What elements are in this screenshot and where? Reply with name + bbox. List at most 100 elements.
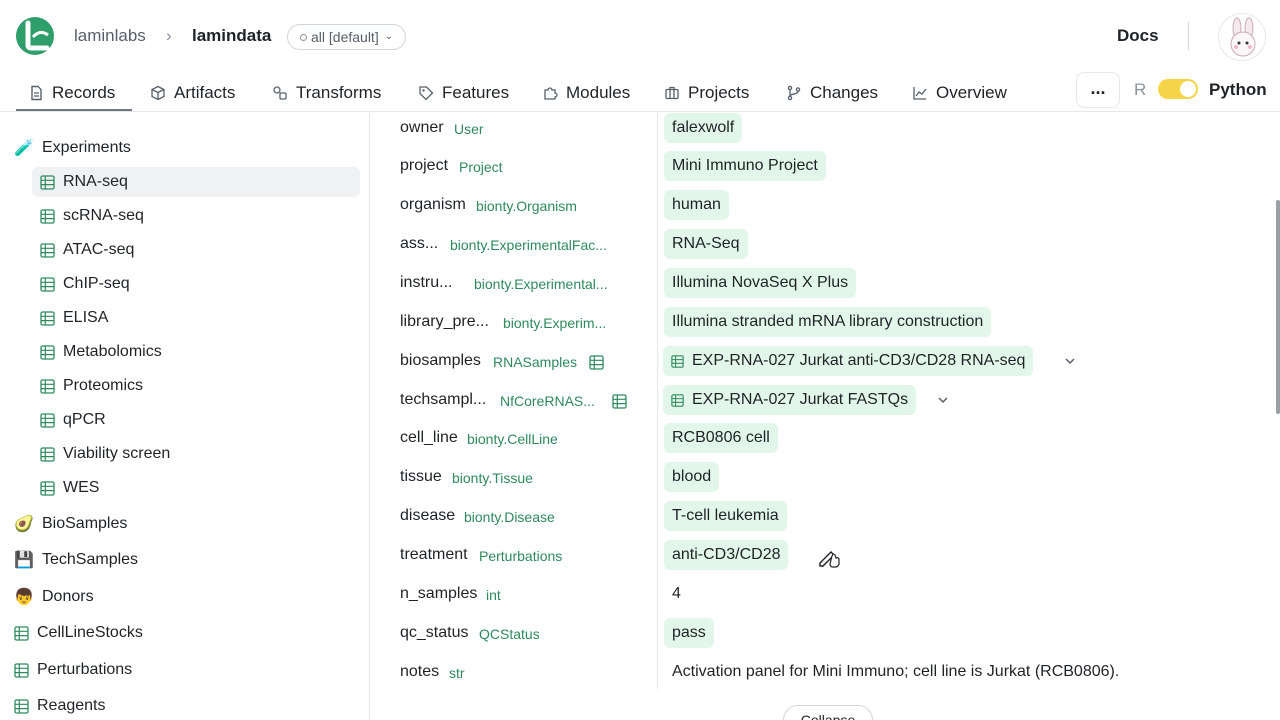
field-type[interactable]: Project bbox=[459, 159, 503, 175]
language-toggle[interactable] bbox=[1158, 79, 1198, 99]
field-type[interactable]: RNASamples bbox=[493, 354, 577, 370]
scrollbar[interactable] bbox=[1276, 200, 1280, 414]
avatar[interactable] bbox=[1218, 13, 1266, 61]
edit-pencil-icon[interactable] bbox=[817, 546, 843, 568]
field-value: 4 bbox=[672, 585, 681, 602]
field-type[interactable]: bionty.Experimental... bbox=[474, 276, 608, 292]
sidebar-item-chip-seq[interactable]: ChIP-seq bbox=[32, 269, 360, 299]
branch-selector[interactable]: all [default] ⌄ bbox=[287, 24, 407, 50]
sidebar-item-label: Metabolomics bbox=[63, 343, 162, 360]
field-type[interactable]: bionty.Organism bbox=[476, 198, 577, 214]
sidebar-item-label: BioSamples bbox=[42, 515, 128, 532]
table-icon bbox=[14, 625, 29, 641]
sidebar-item-celllinestocks[interactable]: CellLineStocks bbox=[14, 618, 143, 648]
sidebar-item-label: TechSamples bbox=[42, 551, 139, 568]
sidebar-item-label: RNA-seq bbox=[63, 173, 128, 190]
sidebar-item-label: Perturbations bbox=[37, 661, 133, 678]
sidebar-item-atac-seq[interactable]: ATAC-seq bbox=[32, 235, 360, 265]
breadcrumb-instance[interactable]: lamindata bbox=[192, 26, 271, 46]
tab-records[interactable]: Records bbox=[28, 78, 115, 108]
field-type[interactable]: bionty.Disease bbox=[464, 509, 555, 525]
value-chip[interactable]: EXP-RNA-027 Jurkat anti-CD3/CD28 RNA-seq bbox=[663, 346, 1034, 376]
lamin-logo-icon[interactable] bbox=[16, 17, 54, 55]
value-chip[interactable]: blood bbox=[664, 462, 720, 492]
branch-dot-icon bbox=[300, 33, 307, 41]
value-chip[interactable]: EXP-RNA-027 Jurkat FASTQs bbox=[663, 385, 917, 415]
sidebar-item-elisa[interactable]: ELISA bbox=[32, 303, 360, 333]
sidebar-item-qpcr[interactable]: qPCR bbox=[32, 405, 360, 435]
tab-label: Transforms bbox=[296, 83, 382, 102]
chip-label: falexwolf bbox=[672, 119, 735, 136]
table-icon[interactable] bbox=[612, 394, 627, 409]
sidebar-item-biosamples[interactable]: 🥑 BioSamples bbox=[14, 509, 127, 539]
value-chip[interactable]: human bbox=[664, 190, 729, 220]
sidebar: 🧪 Experiments RNA-seq scRNA-seq ATAC-seq… bbox=[0, 113, 370, 720]
field-type[interactable]: bionty.CellLine bbox=[467, 431, 558, 447]
chip-label: RCB0806 cell bbox=[672, 429, 770, 446]
tab-modules[interactable]: Modules bbox=[542, 78, 630, 108]
value-chip[interactable]: anti-CD3/CD28 bbox=[664, 540, 789, 570]
chip-label: human bbox=[672, 196, 721, 213]
sidebar-item-label: ATAC-seq bbox=[63, 241, 135, 258]
sidebar-item-viability-screen[interactable]: Viability screen bbox=[32, 439, 360, 469]
docs-link[interactable]: Docs bbox=[1117, 26, 1159, 46]
sidebar-item-perturbations[interactable]: Perturbations bbox=[14, 655, 132, 685]
sidebar-item-reagents[interactable]: Reagents bbox=[14, 691, 106, 720]
table-icon bbox=[671, 393, 684, 407]
sidebar-item-wes[interactable]: WES bbox=[32, 473, 360, 503]
value-chip[interactable]: Illumina stranded mRNA library construct… bbox=[664, 307, 992, 337]
field-row-organism: organism bionty.Organism human bbox=[371, 190, 1271, 228]
bunny-avatar-icon bbox=[1230, 17, 1256, 57]
table-icon bbox=[40, 242, 55, 258]
sidebar-item-donors[interactable]: 👦 Donors bbox=[14, 582, 94, 612]
field-type[interactable]: Perturbations bbox=[479, 548, 562, 564]
table-icon bbox=[14, 662, 29, 678]
sidebar-item-techsamples[interactable]: 💾 TechSamples bbox=[14, 545, 138, 575]
tab-overview[interactable]: Overview bbox=[912, 78, 1007, 108]
breadcrumb-org[interactable]: laminlabs bbox=[74, 26, 146, 46]
field-name: n_samples bbox=[400, 585, 478, 602]
table-icon bbox=[14, 698, 29, 714]
chip-label: EXP-RNA-027 Jurkat FASTQs bbox=[692, 391, 909, 408]
field-row-n-samples: n_samples int 4 bbox=[371, 579, 1271, 617]
sidebar-item-scrna-seq[interactable]: scRNA-seq bbox=[32, 201, 360, 231]
chevron-down-icon[interactable] bbox=[1063, 354, 1077, 368]
value-chip[interactable]: Illumina NovaSeq X Plus bbox=[664, 268, 857, 298]
sidebar-item-experiments[interactable]: 🧪 Experiments bbox=[14, 133, 131, 163]
more-options-button[interactable]: ... bbox=[1076, 72, 1120, 108]
sidebar-item-label: scRNA-seq bbox=[63, 207, 144, 224]
tab-changes[interactable]: Changes bbox=[786, 78, 878, 108]
table-icon bbox=[40, 378, 55, 394]
field-type[interactable]: bionty.Tissue bbox=[452, 470, 533, 486]
field-type[interactable]: User bbox=[454, 121, 484, 137]
floppy-disk-icon: 💾 bbox=[14, 552, 34, 569]
chevron-down-icon[interactable] bbox=[936, 393, 950, 407]
collapse-button[interactable]: Collapse bbox=[783, 705, 873, 720]
value-chip[interactable]: pass bbox=[664, 618, 714, 648]
lang-python-label[interactable]: Python bbox=[1209, 80, 1267, 100]
value-chip[interactable]: RCB0806 cell bbox=[664, 423, 778, 453]
tab-artifacts[interactable]: Artifacts bbox=[150, 78, 235, 108]
sidebar-item-label: ChIP-seq bbox=[63, 275, 130, 292]
field-row-cell-line: cell_line bionty.CellLine RCB0806 cell bbox=[371, 423, 1271, 461]
chip-label: Illumina NovaSeq X Plus bbox=[672, 274, 849, 291]
field-type[interactable]: NfCoreRNAS... bbox=[500, 393, 595, 409]
table-icon[interactable] bbox=[589, 355, 604, 370]
value-chip[interactable]: Mini Immuno Project bbox=[664, 151, 826, 181]
tab-projects[interactable]: Projects bbox=[664, 78, 749, 108]
tab-features[interactable]: Features bbox=[418, 78, 509, 108]
sidebar-item-rna-seq[interactable]: RNA-seq bbox=[32, 167, 360, 197]
branch-label: all [default] bbox=[311, 29, 379, 45]
sidebar-item-metabolomics[interactable]: Metabolomics bbox=[32, 337, 360, 367]
value-chip[interactable]: RNA-Seq bbox=[664, 229, 748, 259]
value-chip[interactable]: falexwolf bbox=[664, 113, 743, 143]
value-chip[interactable]: T-cell leukemia bbox=[664, 501, 787, 531]
field-row-library-prep: library_pre... bionty.Experim... Illumin… bbox=[371, 307, 1271, 345]
sidebar-item-proteomics[interactable]: Proteomics bbox=[32, 371, 360, 401]
field-type[interactable]: bionty.ExperimentalFac... bbox=[450, 237, 607, 253]
field-type[interactable]: QCStatus bbox=[479, 626, 540, 642]
lang-r-label[interactable]: R bbox=[1134, 80, 1146, 100]
tab-transforms[interactable]: Transforms bbox=[272, 78, 381, 108]
table-icon bbox=[40, 276, 55, 292]
field-type[interactable]: bionty.Experim... bbox=[503, 315, 606, 331]
